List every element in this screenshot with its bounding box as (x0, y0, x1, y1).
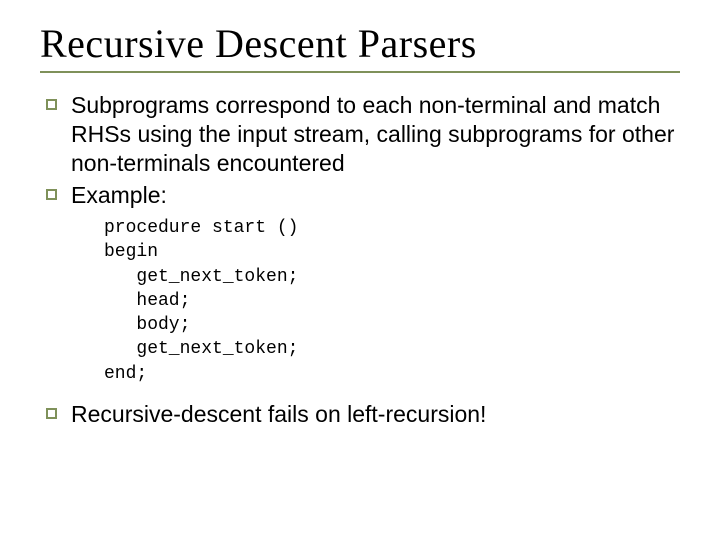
code-line: head; (104, 291, 190, 311)
code-line: get_next_token; (104, 267, 298, 287)
code-line: begin (104, 242, 158, 262)
list-item: Subprograms correspond to each non-termi… (40, 91, 680, 177)
list-item: Example: (40, 181, 680, 210)
bullet-list: Subprograms correspond to each non-termi… (40, 91, 680, 210)
bullet-text: Example: (71, 181, 167, 210)
slide: Recursive Descent Parsers Subprograms co… (0, 0, 720, 540)
square-bullet-icon (46, 99, 57, 110)
bullet-list: Recursive-descent fails on left-recursio… (40, 400, 680, 429)
code-line: procedure start () (104, 218, 298, 238)
list-item: Recursive-descent fails on left-recursio… (40, 400, 680, 429)
title-underline (40, 71, 680, 73)
page-title: Recursive Descent Parsers (40, 20, 680, 67)
square-bullet-icon (46, 189, 57, 200)
code-line: body; (104, 315, 190, 335)
code-line: end; (104, 364, 147, 384)
code-line: get_next_token; (104, 339, 298, 359)
square-bullet-icon (46, 408, 57, 419)
bullet-text: Recursive-descent fails on left-recursio… (71, 400, 486, 429)
bullet-text: Subprograms correspond to each non-termi… (71, 91, 680, 177)
code-block: procedure start () begin get_next_token;… (104, 216, 680, 386)
